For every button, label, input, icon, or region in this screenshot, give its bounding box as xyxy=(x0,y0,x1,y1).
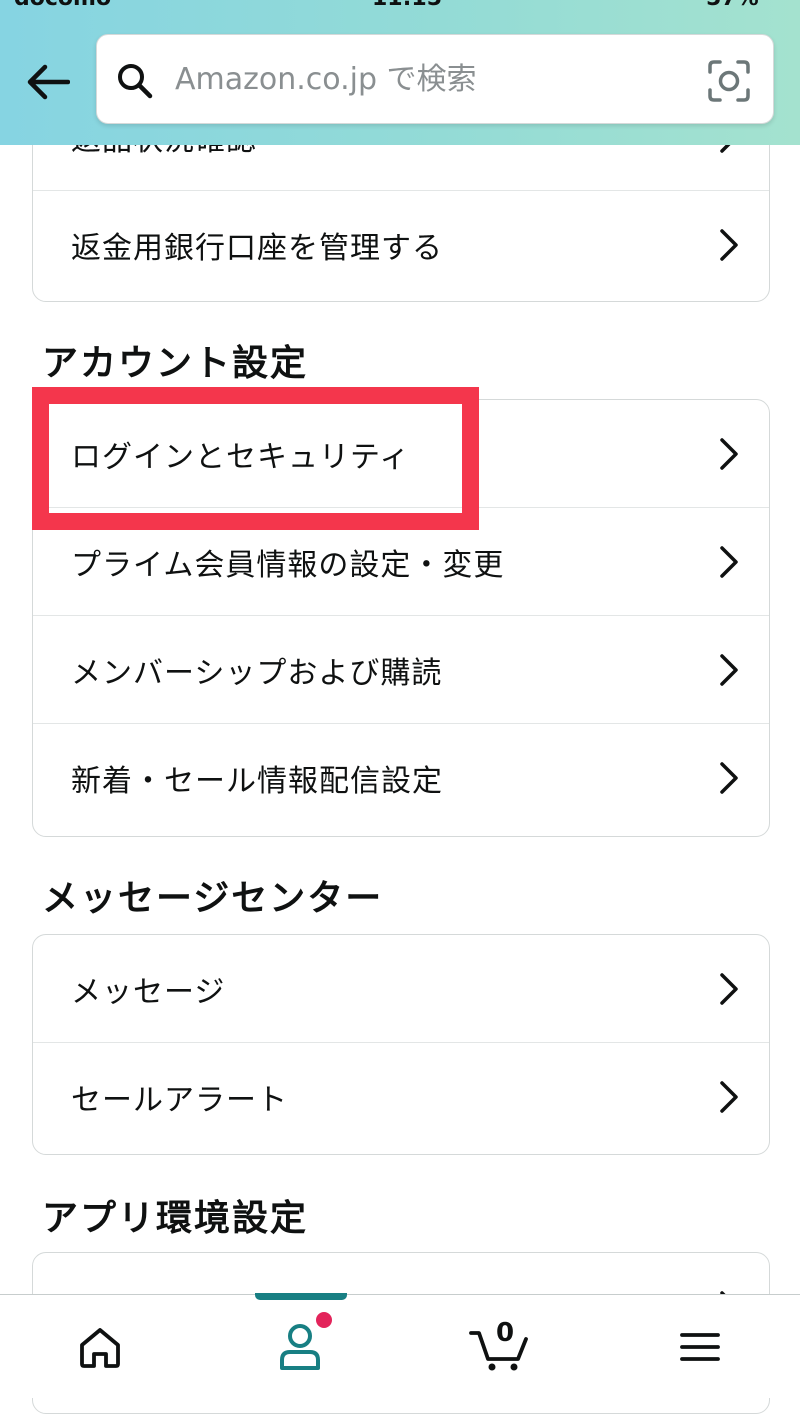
cart-count-badge: 0 xyxy=(496,1318,515,1348)
back-arrow-icon xyxy=(27,64,70,100)
list-item-label: 返金用銀行口座を管理する xyxy=(71,231,443,266)
chevron-right-icon xyxy=(720,762,738,794)
home-icon xyxy=(80,1327,120,1368)
account-settings-page: 返品状況確認 返金用銀行口座を管理する アカウント設定 ログインとセキュリティ … xyxy=(0,0,800,1414)
nav-account[interactable] xyxy=(200,1295,400,1398)
nav-menu[interactable] xyxy=(600,1295,800,1398)
status-time: 11:15 xyxy=(372,0,442,11)
list-item-memberships-subscriptions[interactable]: メンバーシップおよび購読 xyxy=(33,616,769,724)
list-item-label: プライム会員情報の設定・変更 xyxy=(71,547,505,583)
camera-search-icon[interactable] xyxy=(707,59,751,103)
battery-level: 57% xyxy=(706,0,759,11)
list-item-login-security[interactable]: ログインとセキュリティ xyxy=(33,400,769,508)
app-header: docomo 11:15 57% xyxy=(0,0,800,145)
status-bar: docomo 11:15 57% xyxy=(0,0,800,11)
list-item-prime-settings[interactable]: プライム会員情報の設定・変更 xyxy=(33,508,769,616)
notification-dot xyxy=(316,1312,332,1328)
chevron-right-icon xyxy=(720,1081,738,1113)
section-title-account-settings: アカウント設定 xyxy=(42,343,309,384)
account-settings-card: ログインとセキュリティ プライム会員情報の設定・変更 メンバーシップおよび購読 … xyxy=(32,399,770,837)
chevron-right-icon xyxy=(720,972,738,1005)
bottom-navigation xyxy=(0,1293,800,1398)
list-item-label: メッセージ xyxy=(71,974,226,1010)
nav-home[interactable] xyxy=(0,1295,200,1398)
list-item-label: メンバーシップおよび購読 xyxy=(71,655,443,691)
chevron-right-icon xyxy=(720,437,738,470)
list-item-sale-notifications[interactable]: 新着・セール情報配信設定 xyxy=(33,724,769,832)
section-title-app-settings: アプリ環境設定 xyxy=(42,1198,309,1239)
back-button[interactable] xyxy=(22,58,74,106)
message-center-card: メッセージ セールアラート xyxy=(32,934,770,1155)
list-item-messages[interactable]: メッセージ xyxy=(33,935,769,1043)
account-icon xyxy=(280,1323,320,1370)
list-item-label: セールアラート xyxy=(71,1083,288,1118)
search-box[interactable] xyxy=(96,34,774,124)
section-title-message-center: メッセージセンター xyxy=(42,878,384,919)
list-item-label: ログインとセキュリティ xyxy=(71,439,411,475)
chevron-right-icon xyxy=(720,229,738,261)
list-item-refund-bank-account[interactable]: 返金用銀行口座を管理する xyxy=(33,191,769,299)
menu-icon xyxy=(680,1332,720,1361)
chevron-right-icon xyxy=(720,545,738,578)
search-icon xyxy=(118,64,153,99)
carrier-name: docomo xyxy=(14,0,111,11)
list-item-label: 新着・セール情報配信設定 xyxy=(71,764,443,799)
search-input[interactable] xyxy=(175,55,695,103)
list-item-sale-alerts[interactable]: セールアラート xyxy=(33,1043,769,1151)
chevron-right-icon xyxy=(720,653,738,686)
